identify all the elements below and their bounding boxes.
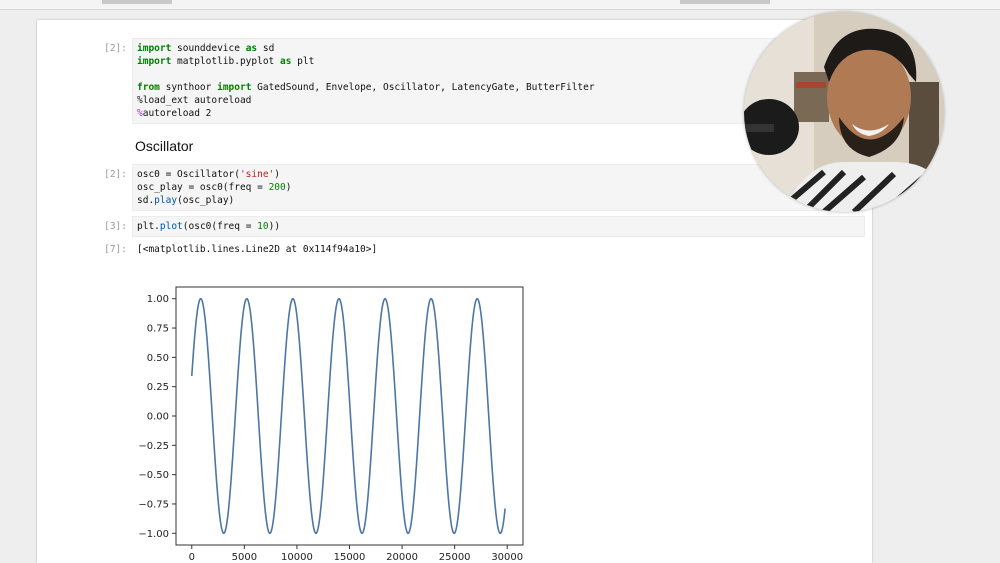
code-token: osc0 = Oscillator( xyxy=(137,169,240,180)
code-token: 10 xyxy=(257,221,269,232)
y-tick-label: −1.00 xyxy=(138,529,169,540)
code-line: sd.play(osc_play) xyxy=(137,194,864,207)
code-token: ) xyxy=(285,182,292,193)
code-token: GatedSound, Envelope, Oscillator, Latenc… xyxy=(251,82,595,93)
x-tick-label: 20000 xyxy=(386,552,418,563)
x-tick-label: 15000 xyxy=(334,552,366,563)
x-tick-label: 30000 xyxy=(491,552,523,563)
code-token: as xyxy=(280,56,292,67)
sine-series-line xyxy=(190,297,506,535)
code-token: %load_ext autoreload xyxy=(137,95,252,106)
y-tick-label: 0.50 xyxy=(147,353,169,364)
code-line: plt.plot(osc0(freq = 10)) xyxy=(137,220,864,233)
code-line: osc_play = osc0(freq = 200) xyxy=(137,181,864,194)
output-repr-text: [<matplotlib.lines.Line2D at 0x114f94a10… xyxy=(137,244,378,255)
code-token: ) xyxy=(274,169,281,180)
code-token: (osc0(freq = xyxy=(182,221,258,232)
cell-prompt: [2]: xyxy=(104,43,127,54)
markdown-heading: Oscillator xyxy=(135,138,194,154)
y-tick-label: 1.00 xyxy=(147,294,169,305)
x-tick-label: 5000 xyxy=(232,552,257,563)
code-token: plot xyxy=(159,221,183,232)
code-token: sd xyxy=(257,43,275,54)
code-input[interactable]: osc0 = Oscillator('sine') osc_play = osc0… xyxy=(132,164,865,211)
x-tick-label: 0 xyxy=(189,552,195,563)
x-tick-label: 10000 xyxy=(281,552,313,563)
top-bar-text-fragment xyxy=(102,0,172,4)
code-token: import xyxy=(137,43,172,54)
cell-prompt: [2]: xyxy=(104,169,127,180)
code-line: import sounddevice as sd xyxy=(137,42,864,55)
code-token: synthoor xyxy=(159,82,218,93)
code-token: 'sine' xyxy=(239,169,275,180)
code-token: as xyxy=(245,43,258,54)
y-tick-label: −0.25 xyxy=(138,441,169,452)
code-token: plt. xyxy=(137,221,160,232)
code-token: (osc_play) xyxy=(177,195,235,206)
browser-top-bar xyxy=(0,0,1000,10)
code-token: import xyxy=(217,82,252,93)
code-token: plt xyxy=(291,56,315,67)
code-token: )) xyxy=(268,221,281,232)
code-token: from xyxy=(137,82,160,93)
y-tick-label: 0.25 xyxy=(147,382,169,393)
y-tick-label: −0.75 xyxy=(138,499,169,510)
presenter-webcam-icon xyxy=(744,12,944,212)
webcam-overlay xyxy=(744,12,944,212)
code-line: osc0 = Oscillator('sine') xyxy=(137,168,864,181)
code-token: sounddevice xyxy=(171,43,246,54)
sine-line-chart: 0 5000 10000 15000 20000 25000 30000 1.00 0.75 0.… xyxy=(138,286,524,563)
code-token: 200 xyxy=(268,182,286,193)
y-tick-label: 0.75 xyxy=(147,324,169,335)
output-prompt: [7]: xyxy=(104,244,127,255)
code-token: sd. xyxy=(137,195,155,206)
code-token: matplotlib.pyplot xyxy=(171,56,280,67)
code-token: play xyxy=(154,195,178,206)
top-bar-text-fragment xyxy=(680,0,770,4)
code-token: import xyxy=(137,56,172,67)
code-input[interactable]: plt.plot(osc0(freq = 10)) xyxy=(132,216,865,237)
cell-prompt: [3]: xyxy=(104,221,127,232)
y-tick-label: 0.00 xyxy=(147,412,169,423)
y-tick-label: −0.50 xyxy=(138,470,169,481)
x-tick-label: 25000 xyxy=(439,552,471,563)
code-token: autoreload 2 xyxy=(142,108,212,119)
code-token: osc_play = osc0(freq = xyxy=(137,182,269,193)
